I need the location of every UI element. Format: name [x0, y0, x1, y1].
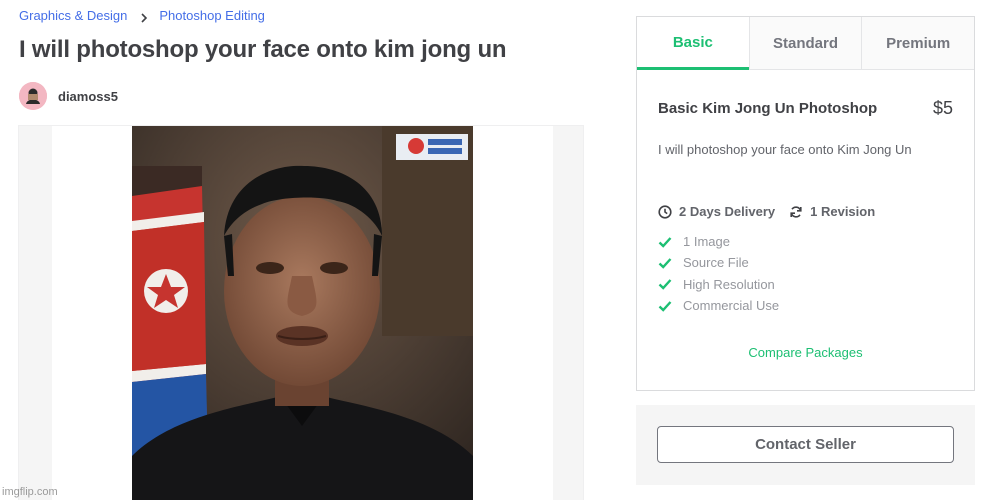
tab-standard[interactable]: Standard [748, 17, 862, 69]
gig-gallery [18, 125, 584, 500]
package-description: I will photoshop your face onto Kim Jong… [658, 142, 912, 157]
package-content: Basic Kim Jong Un Photoshop $5 I will ph… [637, 98, 974, 360]
check-icon [658, 258, 672, 269]
delivery-text: 2 Days Delivery [679, 204, 776, 219]
feature-list: 1 Image Source File High Resolution Comm… [658, 231, 953, 316]
breadcrumb-category-link[interactable]: Graphics & Design [19, 8, 127, 23]
feature-label: High Resolution [683, 276, 775, 292]
breadcrumb: Graphics & Design Photoshop Editing [19, 8, 265, 23]
package-card: Basic Standard Premium Basic Kim Jong Un… [636, 16, 975, 391]
feature-label: 1 Image [683, 234, 730, 250]
package-name: Basic Kim Jong Un Photoshop [658, 100, 878, 117]
revision-info: 1 Revision [789, 204, 875, 219]
refresh-icon [790, 205, 802, 218]
package-tabs: Basic Standard Premium [637, 17, 975, 70]
breadcrumb-subcategory-link[interactable]: Photoshop Editing [159, 8, 265, 23]
list-item: High Resolution [658, 274, 953, 295]
imgflip-watermark: imgflip.com [2, 486, 58, 498]
gig-image[interactable] [132, 126, 473, 500]
check-icon [658, 300, 672, 312]
tab-premium[interactable]: Premium [861, 17, 975, 69]
tab-basic[interactable]: Basic [637, 17, 749, 70]
seller-info: diamoss5 [19, 82, 118, 110]
feature-label: Commercial Use [683, 298, 780, 314]
contact-section: Contact Seller [636, 405, 975, 485]
list-item: 1 Image [658, 231, 953, 252]
compare-packages-link[interactable]: Compare Packages [658, 345, 953, 360]
list-item: Source File [658, 252, 953, 273]
feature-label: Source File [683, 255, 749, 271]
package-meta: 2 Days Delivery 1 Revision [658, 204, 953, 219]
list-item: Commercial Use [658, 295, 953, 316]
check-icon [658, 279, 672, 290]
gallery-frame [52, 126, 553, 500]
avatar[interactable] [19, 82, 47, 110]
check-icon [658, 236, 672, 248]
package-header: Basic Kim Jong Un Photoshop $5 [658, 98, 953, 119]
revision-text: 1 Revision [810, 204, 876, 219]
seller-name-link[interactable]: diamoss5 [58, 89, 118, 104]
chevron-right-icon [140, 11, 148, 23]
package-price: $5 [932, 98, 953, 118]
contact-seller-button[interactable]: Contact Seller [657, 426, 954, 463]
clock-icon [658, 204, 672, 219]
page-title: I will photoshop your face onto kim jong… [19, 36, 507, 63]
delivery-info: 2 Days Delivery [658, 204, 775, 219]
